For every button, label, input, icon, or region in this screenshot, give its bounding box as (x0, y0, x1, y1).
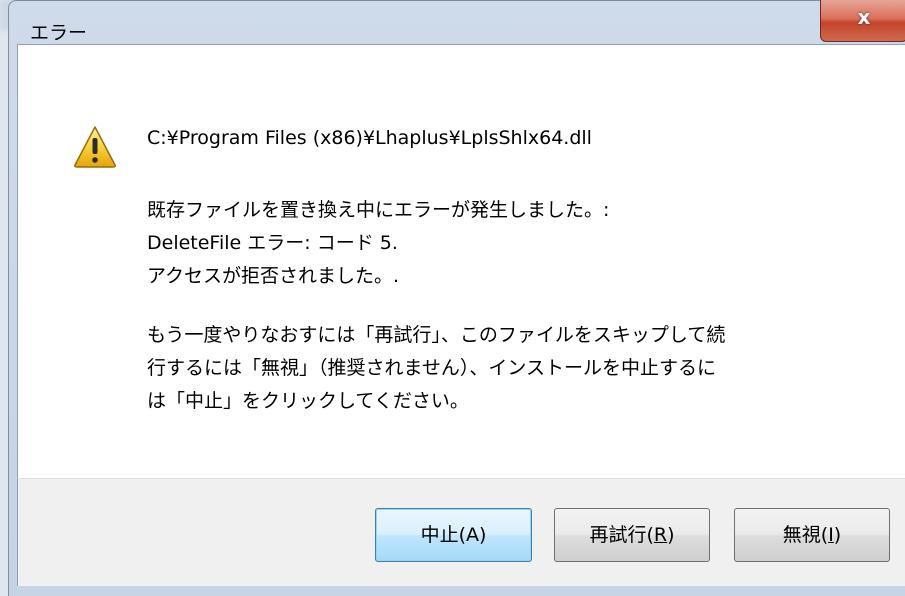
close-icon: x (857, 5, 871, 29)
instruction-line-2: 行するには「無視」（推奨されません）、インストールを中止するに (147, 357, 717, 379)
close-button[interactable]: x (820, 0, 905, 42)
ignore-button-label: 無視(I) (782, 524, 842, 546)
error-line-3: アクセスが拒否されました。. (147, 265, 400, 287)
abort-button-label: 中止(A) (420, 524, 487, 546)
abort-button[interactable]: 中止(A) (375, 508, 532, 562)
instruction-line-1: もう一度やりなおすには「再試行」、このファイルをスキップして続 (147, 324, 726, 346)
instruction-line-3: は「中止」をクリックしてください。 (147, 390, 469, 412)
retry-button[interactable]: 再試行(R) (554, 508, 710, 562)
warning-icon (74, 126, 116, 168)
error-line-2: DeleteFile エラー: コード 5. (147, 232, 398, 254)
title-bar[interactable]: エラー x (8, 0, 905, 44)
dialog-title: エラー (30, 22, 88, 44)
retry-button-label: 再試行(R) (589, 524, 675, 546)
error-line-1: 既存ファイルを置き換え中にエラーが発生しました。: (147, 199, 610, 221)
window-bottom-frame (17, 586, 905, 596)
ignore-button[interactable]: 無視(I) (734, 508, 890, 562)
file-path-text: C:¥Program Files (x86)¥Lhaplus¥LplsShlx6… (147, 127, 592, 149)
